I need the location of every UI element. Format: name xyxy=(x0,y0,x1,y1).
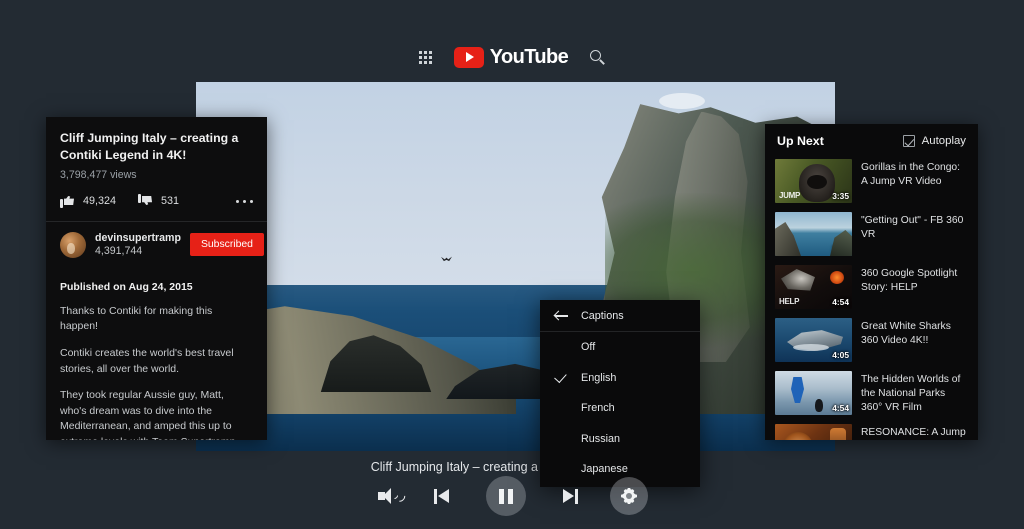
check-icon xyxy=(554,341,568,353)
gear-icon xyxy=(621,488,637,504)
captions-menu-header[interactable]: Captions xyxy=(540,300,700,332)
previous-track-icon xyxy=(434,488,454,504)
check-icon xyxy=(554,433,568,445)
captions-option-label: Russian xyxy=(581,432,621,445)
video-thumbnail[interactable]: HELP 4:54 xyxy=(775,265,852,309)
up-next-title: Up Next xyxy=(777,134,824,148)
youtube-logo-text: YouTube xyxy=(489,45,569,68)
video-title: 360 Google Spotlight Story: HELP xyxy=(861,268,958,293)
video-duration: 4:54 xyxy=(832,403,849,413)
volume-button[interactable] xyxy=(376,483,408,509)
subscribe-button[interactable]: Subscribed xyxy=(189,233,264,257)
video-thumbnail[interactable]: 4:05 xyxy=(775,318,852,362)
description-paragraph: Thanks to Contiki for making this happen… xyxy=(60,304,213,333)
volume-icon xyxy=(378,486,408,505)
video-duration: 4:05 xyxy=(832,350,849,360)
published-date: Published on Aug 24, 2015 xyxy=(60,280,193,293)
grid-apps-icon[interactable] xyxy=(418,50,432,64)
video-title: Cliff Jumping Italy – creating a Contiki… xyxy=(60,131,239,162)
up-next-item[interactable]: JUMP 3:35 Gorillas in the Congo: A Jump VR… xyxy=(765,156,978,209)
channel-name[interactable]: devinsupertramp xyxy=(95,232,181,244)
captions-option[interactable]: French xyxy=(540,393,700,424)
top-navigation-bar: YouTube xyxy=(0,44,1024,70)
previous-button[interactable] xyxy=(431,483,457,509)
video-title: RESONANCE: A Jump VR Video xyxy=(861,427,966,438)
video-player-surface[interactable] xyxy=(196,82,835,451)
thumbs-down-icon[interactable] xyxy=(138,193,153,209)
video-thumbnail[interactable]: 4:54 xyxy=(775,371,852,415)
check-icon xyxy=(554,372,568,384)
check-icon xyxy=(554,402,568,414)
video-cloud xyxy=(659,93,705,110)
youtube-play-icon xyxy=(453,46,484,68)
video-duration: 3:35 xyxy=(832,191,849,201)
play-pause-button[interactable] xyxy=(486,476,526,516)
subscriber-count: 4,391,744 xyxy=(95,245,143,258)
pause-icon-bar xyxy=(508,488,513,504)
up-next-item[interactable]: 3:52 "Getting Out" - FB 360 VR xyxy=(765,209,978,262)
thumbnail-watermark: JUMP xyxy=(779,191,801,200)
captions-menu: Captions Off English French Russian Japanese xyxy=(540,300,700,487)
up-next-item[interactable]: 4:54 The Hidden Worlds of the National Pa… xyxy=(765,368,978,421)
captions-option-list[interactable]: Off English French Russian Japanese xyxy=(540,332,700,485)
view-count: 3,798,477 views xyxy=(60,168,137,181)
up-next-item[interactable]: RESONANCE: A Jump VR Video xyxy=(765,421,978,440)
up-next-item[interactable]: 4:05 Great White Sharks 360 Video 4K!! xyxy=(765,315,978,368)
kebab-menu-icon[interactable] xyxy=(235,199,253,204)
settings-button[interactable] xyxy=(610,477,648,515)
captions-option[interactable]: Off xyxy=(540,332,700,363)
rating-row: 49,324 531 xyxy=(46,181,267,222)
video-thumbnail[interactable]: 3:52 xyxy=(775,212,852,256)
pause-icon-bar xyxy=(499,488,504,504)
video-title: Gorillas in the Congo: A Jump VR Video xyxy=(861,162,961,187)
up-next-list[interactable]: JUMP 3:35 Gorillas in the Congo: A Jump VR… xyxy=(765,156,978,440)
captions-menu-title: Captions xyxy=(581,310,624,322)
back-arrow-icon[interactable] xyxy=(553,310,568,322)
video-duration: 3:52 xyxy=(832,244,849,254)
like-count: 49,324 xyxy=(83,195,117,208)
video-title: "Getting Out" - FB 360 VR xyxy=(861,215,964,240)
captions-option[interactable]: English xyxy=(540,363,700,394)
thumbs-up-icon[interactable] xyxy=(60,194,75,209)
video-title: Great White Sharks 360 Video 4K!! xyxy=(861,321,951,346)
player-controls xyxy=(0,473,1024,519)
vr-scene: YouTube Cliff Jumping Italy – creating a… xyxy=(0,0,1024,529)
description-paragraph: They took regular Aussie guy, Matt, who'… xyxy=(60,389,238,440)
autoplay-toggle[interactable]: Autoplay xyxy=(902,135,966,147)
channel-row: devinsupertramp 4,391,744 Subscribed xyxy=(46,222,267,269)
up-next-item[interactable]: HELP 4:54 360 Google Spotlight Story: HELP xyxy=(765,262,978,315)
captions-option-label: French xyxy=(581,402,615,415)
autoplay-label: Autoplay xyxy=(921,135,966,147)
next-track-icon xyxy=(558,488,578,504)
next-button[interactable] xyxy=(555,483,581,509)
description-paragraph: Contiki creates the world's best travel … xyxy=(60,347,234,375)
up-next-header: Up Next Autoplay xyxy=(765,124,978,156)
search-icon[interactable] xyxy=(590,49,605,65)
video-title: The Hidden Worlds of the National Parks … xyxy=(861,374,961,413)
captions-option-label: English xyxy=(581,371,617,384)
up-next-panel: Up Next Autoplay JUMP 3:35 Gorillas in the… xyxy=(765,124,978,440)
video-duration: 4:54 xyxy=(832,297,849,307)
captions-option-label: Off xyxy=(581,341,596,354)
thumbnail-watermark: HELP xyxy=(779,297,800,306)
autoplay-checkbox-icon[interactable] xyxy=(902,135,915,147)
youtube-logo[interactable]: YouTube xyxy=(453,45,569,69)
video-description: Published on Aug 24, 2015 Thanks to Cont… xyxy=(46,269,267,440)
captions-option[interactable]: Russian xyxy=(540,424,700,455)
video-thumbnail[interactable]: JUMP 3:35 xyxy=(775,159,852,203)
video-thumbnail[interactable] xyxy=(775,424,852,440)
channel-avatar[interactable] xyxy=(60,231,86,258)
video-info-panel: Cliff Jumping Italy – creating a Contiki… xyxy=(46,117,267,440)
dislike-count: 531 xyxy=(161,195,180,208)
